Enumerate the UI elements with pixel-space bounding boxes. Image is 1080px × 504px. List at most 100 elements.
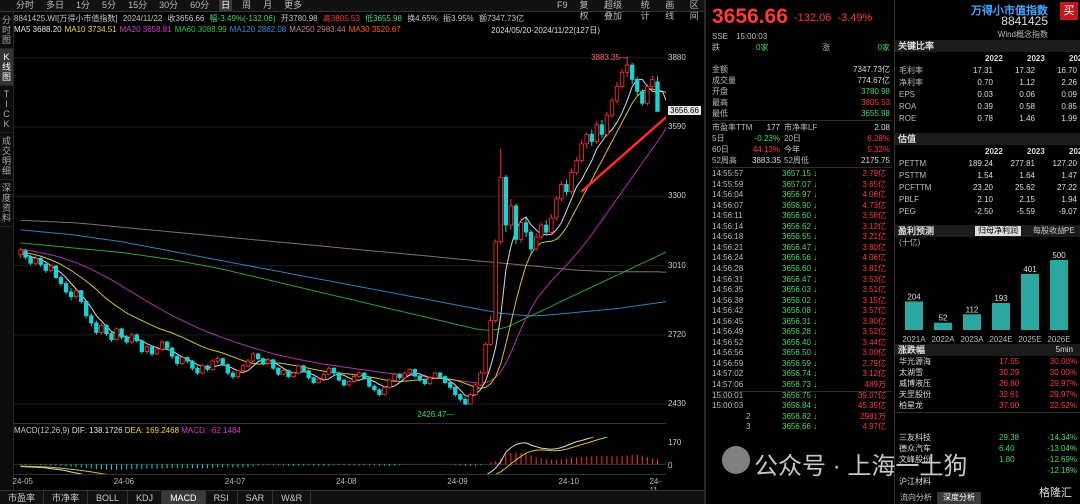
tick-amount: 3.21亿 bbox=[862, 232, 886, 242]
candle bbox=[377, 389, 382, 395]
gainer-row[interactable]: 华光源海 17.55 30.00% bbox=[895, 356, 1080, 367]
left-tool-3[interactable]: 成交明细 bbox=[0, 133, 13, 180]
candle bbox=[58, 277, 64, 284]
indicator-tab-7[interactable]: W&R bbox=[273, 491, 312, 504]
index-code: 8841425.WI[万得小市值指数] bbox=[14, 14, 118, 23]
gainer-row[interactable]: 柏星龙 37.00 22.52% bbox=[895, 400, 1080, 411]
tick-row: 14:55:59 3657.07 ↓ 3.65亿 bbox=[712, 180, 892, 191]
candle bbox=[427, 377, 433, 385]
left-tool-2[interactable]: TICK bbox=[0, 86, 13, 133]
stat-label: 60日 bbox=[712, 145, 729, 154]
stat-label: 5日 bbox=[712, 134, 725, 143]
last-price-tag: 3656.66 bbox=[668, 106, 701, 116]
candle bbox=[266, 359, 271, 364]
price-chart[interactable]: 3883.35— 2426.47— bbox=[14, 36, 666, 424]
candle bbox=[533, 236, 539, 250]
indicator-tab-2[interactable]: BOLL bbox=[88, 491, 129, 504]
indicator-tab-6[interactable]: SAR bbox=[238, 491, 274, 504]
candle bbox=[655, 81, 660, 112]
stock-name: 太湖雪 bbox=[899, 368, 923, 377]
tick-amount: 4.06亿 bbox=[862, 253, 886, 263]
divider-line bbox=[895, 412, 1080, 413]
quote-row: 成交量 774.67亿 bbox=[712, 75, 892, 86]
tick-amount: 3.12亿 bbox=[862, 369, 886, 379]
candle bbox=[84, 301, 89, 317]
turnover: 换4.65% bbox=[407, 14, 438, 23]
candle bbox=[124, 336, 129, 343]
left-tool-1[interactable]: K线图 bbox=[0, 49, 13, 86]
tick-amount: 3.53亿 bbox=[862, 274, 886, 284]
period-3[interactable]: 5分 bbox=[100, 0, 118, 11]
tick-price: 3656.60 ↓ bbox=[782, 211, 818, 221]
ratio-value: 0.85 bbox=[1061, 102, 1077, 111]
tick-price: 3656.02 ↓ bbox=[782, 295, 818, 305]
indicator-tab-5[interactable]: RSI bbox=[206, 491, 238, 504]
period-8[interactable]: 周 bbox=[240, 0, 253, 11]
period-9[interactable]: 月 bbox=[261, 0, 274, 11]
ratio-value: 1.54 bbox=[977, 171, 993, 180]
stock-price: 32.61 bbox=[999, 390, 1020, 399]
analysis-tab-0[interactable]: 流向分析 bbox=[895, 492, 938, 504]
period-0[interactable]: 分时 bbox=[14, 0, 36, 11]
tick-amount: 4.06亿 bbox=[862, 190, 886, 200]
candle bbox=[175, 355, 180, 364]
tick-row: 2 3656.82 ↓ 2981万 bbox=[712, 412, 892, 423]
macd-chart[interactable] bbox=[14, 437, 666, 475]
forecast-tab-0[interactable]: 归母净利润 bbox=[975, 226, 1021, 236]
candle bbox=[640, 90, 645, 104]
candle bbox=[402, 372, 407, 379]
ratio-value: 23.20 bbox=[972, 183, 993, 192]
quote-row: 开盘 3780.98 bbox=[712, 86, 892, 97]
candle bbox=[301, 365, 306, 372]
tick-time: 3 bbox=[746, 422, 751, 432]
period-7[interactable]: 日 bbox=[219, 0, 233, 11]
period-1[interactable]: 多日 bbox=[44, 0, 66, 11]
candle bbox=[195, 367, 200, 374]
tick-amount: 39.07亿 bbox=[857, 390, 886, 400]
tick-price: 3656.90 ↓ bbox=[782, 200, 818, 210]
candle bbox=[109, 333, 114, 341]
quote-value-2: 774.67亿 bbox=[857, 76, 890, 85]
tick-time: 14:56:42 bbox=[712, 306, 744, 316]
candle bbox=[134, 334, 139, 342]
stat-label-2: 20日 bbox=[784, 134, 801, 143]
left-tool-char: C bbox=[3, 109, 10, 119]
period-10[interactable]: 更多 bbox=[282, 0, 304, 11]
forecast-tab-2[interactable]: PE bbox=[1061, 226, 1078, 236]
candle bbox=[564, 184, 569, 193]
tick-row: 14:56:49 3656.28 ↓ 3.52亿 bbox=[712, 327, 892, 338]
candle bbox=[599, 124, 605, 135]
stock-pct: 29.97% bbox=[1049, 390, 1077, 399]
forecast-bar bbox=[992, 302, 1010, 330]
indicator-tab-4[interactable]: MACD bbox=[162, 491, 206, 504]
gainer-row[interactable]: 太湖雪 30.29 30.00% bbox=[895, 367, 1080, 378]
left-tool-4[interactable]: 深度资料 bbox=[0, 180, 13, 227]
quote-value: 0家 bbox=[756, 43, 769, 52]
indicator-tab-1[interactable]: 市净率 bbox=[44, 491, 89, 504]
candle bbox=[579, 143, 584, 161]
tick-row: 14:55:57 3657.15 ↓ 2.79亿 bbox=[712, 169, 892, 180]
buy-button[interactable]: 买 bbox=[1060, 2, 1078, 20]
indicator-tab-0[interactable]: 市盈率 bbox=[0, 491, 45, 504]
period-4[interactable]: 15分 bbox=[126, 0, 149, 11]
loser-row[interactable]: 三友科技 29.38 -14.34% bbox=[895, 432, 1080, 443]
analysis-tab-1[interactable]: 深度分析 bbox=[938, 492, 981, 504]
indicator-tab-3[interactable]: KDJ bbox=[128, 491, 163, 504]
ratio-value: -5.59 bbox=[1016, 207, 1035, 216]
tick-price: 3656.31 ↓ bbox=[782, 316, 818, 326]
ratio-value: 16.70 bbox=[1056, 66, 1077, 75]
dif-line bbox=[20, 437, 595, 474]
candle bbox=[635, 79, 640, 92]
quote-value-2: 3805.53 bbox=[861, 98, 890, 107]
candle bbox=[442, 376, 448, 383]
period-5[interactable]: 30分 bbox=[157, 0, 180, 11]
gainer-row[interactable]: 威博液压 26.80 29.97% bbox=[895, 378, 1080, 389]
quote-label: 成交量 bbox=[712, 76, 736, 85]
candle bbox=[170, 347, 175, 357]
period-6[interactable]: 60分 bbox=[188, 0, 211, 11]
left-tool-0[interactable]: 分时图 bbox=[0, 12, 13, 49]
period-select[interactable]: 5min bbox=[1053, 345, 1076, 355]
gainer-row[interactable]: 天罡股份 32.61 29.97% bbox=[895, 389, 1080, 400]
year: 2024Q3 bbox=[1069, 147, 1080, 156]
period-2[interactable]: 1分 bbox=[74, 0, 92, 11]
